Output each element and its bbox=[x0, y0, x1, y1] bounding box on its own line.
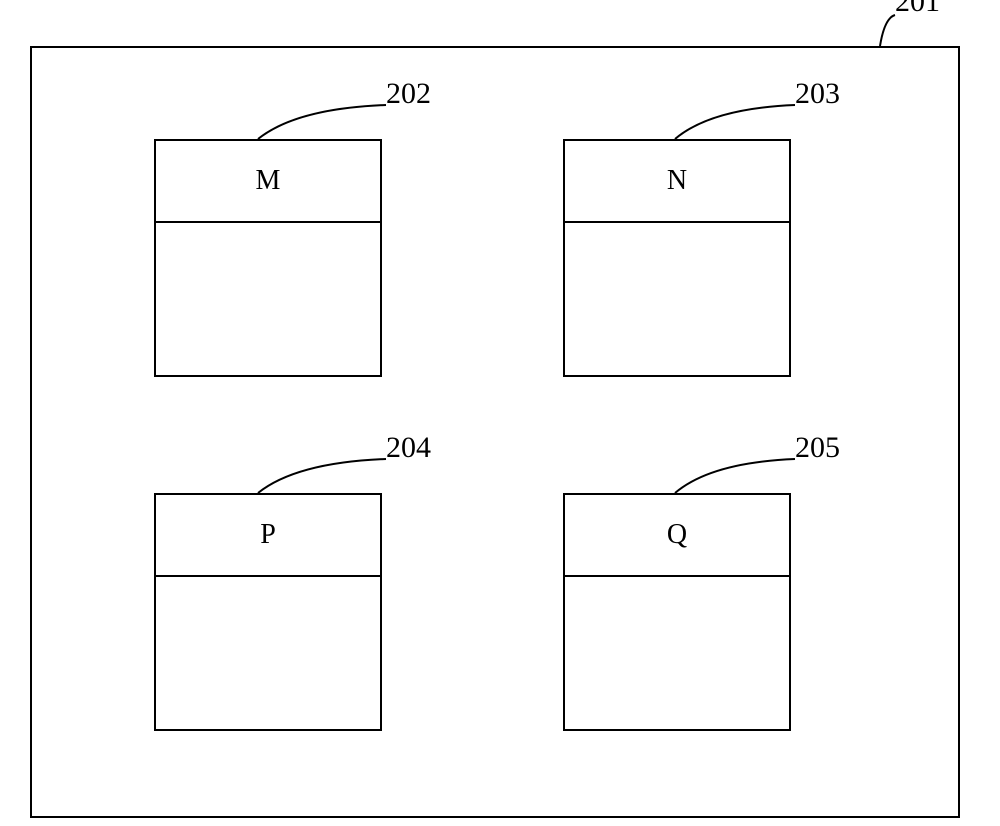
box-header-q: Q bbox=[565, 495, 789, 577]
box-letter-q: Q bbox=[667, 519, 687, 551]
ref-label-q: 205 bbox=[795, 431, 840, 465]
ref-label-n: 203 bbox=[795, 77, 840, 111]
box-header-m: M bbox=[156, 141, 380, 223]
box-p: P bbox=[154, 493, 382, 731]
box-m: M bbox=[154, 139, 382, 377]
box-header-n: N bbox=[565, 141, 789, 223]
box-q: Q bbox=[563, 493, 791, 731]
box-letter-p: P bbox=[260, 519, 276, 551]
box-n: N bbox=[563, 139, 791, 377]
outer-ref-label: 201 bbox=[895, 0, 940, 19]
callout-line-m bbox=[248, 95, 396, 149]
callout-line-q bbox=[665, 449, 805, 503]
ref-label-p: 204 bbox=[386, 431, 431, 465]
callout-line-p bbox=[248, 449, 396, 503]
box-letter-m: M bbox=[256, 165, 281, 197]
callout-line-n bbox=[665, 95, 805, 149]
diagram-canvas: 201 M N P Q 202 203 204 205 bbox=[0, 0, 1000, 826]
ref-label-m: 202 bbox=[386, 77, 431, 111]
box-header-p: P bbox=[156, 495, 380, 577]
box-letter-n: N bbox=[667, 165, 687, 197]
